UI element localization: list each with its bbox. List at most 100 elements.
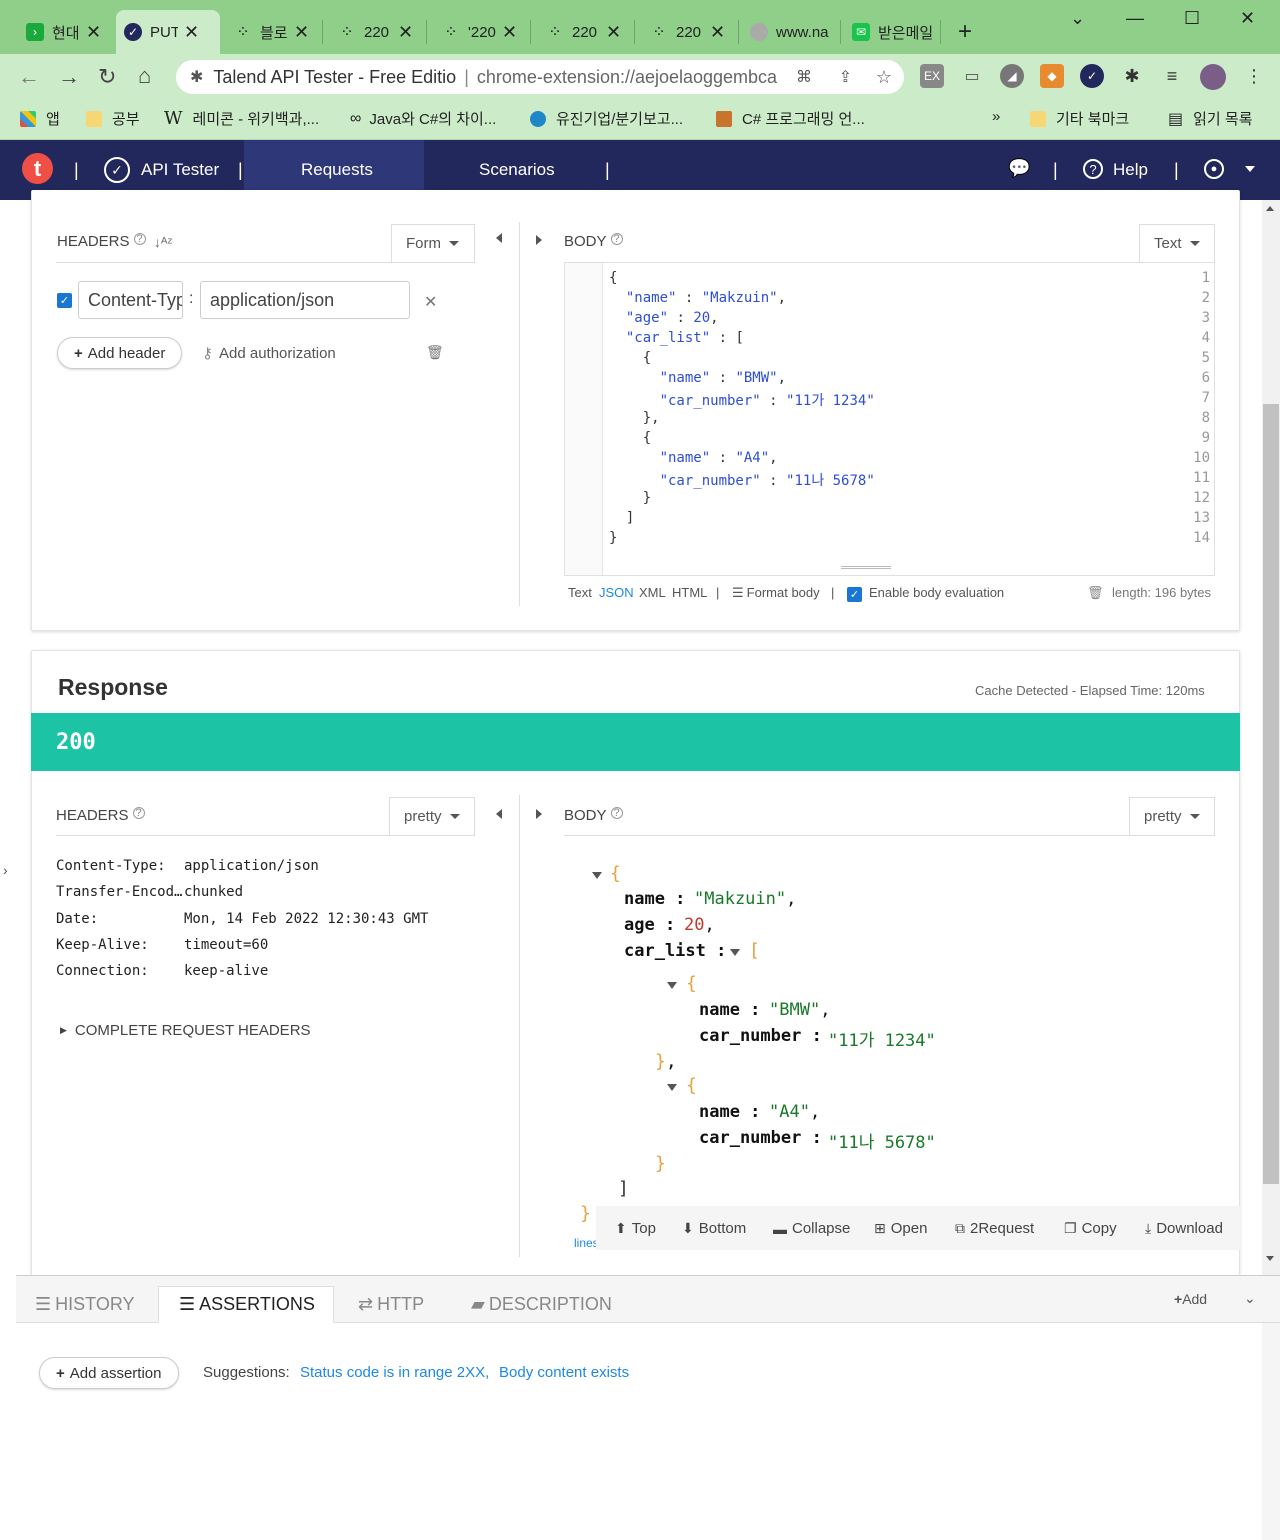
nav-requests[interactable]: Requests [301,160,373,180]
bookmark-folder[interactable]: 공부 [86,108,140,129]
bookmark-star-icon[interactable]: ☆ [876,67,892,88]
tab-http[interactable]: ⇄ HTTP [358,1294,424,1315]
suggestion-status-range[interactable]: Status code is in range 2XX, [300,1364,489,1381]
browser-tab[interactable]: ⁘ 블로 ✕ [226,10,317,54]
complete-request-headers-toggle[interactable]: ▶ COMPLETE REQUEST HEADERS [60,1022,311,1039]
nav-scenarios[interactable]: Scenarios [479,160,555,180]
lines-link[interactable]: lines [574,1236,596,1250]
add-assertion-button[interactable]: + Add assertion [39,1357,179,1389]
collapse-right-icon[interactable] [536,235,542,245]
sort-icon[interactable]: ↓ᴬᶻ [154,234,172,250]
chat-icon[interactable]: 💬 [1008,158,1030,179]
browser-menu-icon[interactable]: ⋮ [1242,64,1266,88]
suggestion-body-exists[interactable]: Body content exists [499,1364,629,1381]
body-mode-dropdown[interactable]: Text [1139,224,1215,262]
format-json[interactable]: JSON [599,585,634,600]
media-control-icon[interactable]: ≡ [1160,64,1184,88]
sidebar-expand-icon[interactable]: › [3,862,8,878]
bottom-button[interactable]: ⬇ Bottom [682,1220,746,1237]
tab-description[interactable]: ▰ DESCRIPTION [471,1294,612,1315]
close-icon[interactable]: ✕ [398,22,413,43]
metamask-icon[interactable]: ◆ [1040,64,1064,88]
forward-icon[interactable]: → [58,64,80,90]
collapse-toggle[interactable] [592,872,602,879]
close-icon[interactable]: ✕ [86,22,101,43]
extensions-puzzle-icon[interactable]: ✱ [1120,64,1144,88]
collapse-toggle[interactable] [730,949,740,956]
profile-avatar[interactable] [1200,64,1226,90]
trash-icon[interactable]: 🗑 [426,344,444,361]
scrollbar-thumb[interactable] [1263,404,1279,1184]
add-header-button[interactable]: + Add header [57,337,183,369]
tab-search-icon[interactable]: ⌄ [1070,8,1085,29]
user-icon[interactable]: ● [1204,159,1224,179]
window-close-button[interactable]: ✕ [1240,8,1255,29]
collapse-left-icon[interactable] [496,809,502,819]
format-xml[interactable]: XML [639,585,666,600]
collapse-button[interactable]: ▬ Collapse [773,1220,850,1237]
scroll-up-icon[interactable] [1266,206,1274,211]
new-tab-button[interactable]: + [958,18,972,46]
reload-icon[interactable]: ↻ [98,64,116,90]
browser-tab[interactable]: ⁘ 220 ✕ [330,10,421,54]
close-icon[interactable]: ✕ [184,22,199,43]
browser-tab[interactable]: ⁘ 220 ✕ [642,10,733,54]
help-link[interactable]: Help [1113,160,1148,180]
panel-collapse-icon[interactable]: ⌄ [1244,1290,1256,1307]
bookmark-item[interactable]: C# 프로그래밍 언... [716,108,865,129]
collapse-toggle[interactable] [667,982,677,989]
close-icon[interactable]: ✕ [710,22,725,43]
close-icon[interactable]: ✕ [294,22,309,43]
scroll-down-icon[interactable] [1266,1256,1274,1261]
open-button[interactable]: ⊞ Open [874,1220,927,1237]
download-button[interactable]: ⤓ Download [1145,1220,1223,1237]
translate-icon[interactable]: ⌘ [796,67,812,87]
tab-history[interactable]: ☰ HISTORY [35,1294,135,1315]
cast-icon[interactable]: ▭ [960,64,984,88]
browser-tab[interactable]: › 현대 ✕ [18,10,109,54]
header-value-input[interactable]: application/json [200,281,410,319]
bookmark-item[interactable]: ∞ Java와 C#의 차이... [350,108,496,129]
collapse-right-icon[interactable] [536,809,542,819]
body-editor[interactable]: 1 2 3 4 5 6 7 8 9 10 11 12 13 14 { "name" : "Makzuin"… [564,262,1215,576]
add-button[interactable]: +Add [1174,1291,1207,1307]
minimize-button[interactable]: — [1126,8,1144,29]
share-icon[interactable]: ⇪ [839,67,852,87]
home-icon[interactable]: ⌂ [138,63,151,89]
header-name-input[interactable]: Content-Type [78,281,183,319]
response-body-mode[interactable]: pretty [1129,797,1215,835]
format-text[interactable]: Text [568,585,592,600]
back-icon[interactable]: ← [18,64,40,90]
bookmark-item[interactable]: 유진기업/분기보고... [530,108,683,129]
headers-mode-dropdown[interactable]: Form [391,224,475,262]
trash-icon[interactable]: 🗑 [1087,585,1104,601]
resize-handle[interactable] [841,566,891,569]
copy-button[interactable]: ❐ Copy [1064,1220,1117,1237]
bookmark-item[interactable]: W 레미콘 - 위키백과,... [164,108,319,129]
browser-tab[interactable]: ⁘ 220 ✕ [538,10,629,54]
close-icon[interactable]: ✕ [606,22,621,43]
browser-tab[interactable]: ✉ 받은메일 [844,10,940,54]
remove-header-icon[interactable]: ✕ [424,292,437,312]
browser-tab[interactable]: ⁘ '220 ✕ [434,10,525,54]
tab-assertions[interactable]: ☰ ASSERTIONS [179,1294,315,1315]
talend-extension-icon[interactable]: ✓ [1080,64,1104,88]
bookmark-folder[interactable]: 기타 북마크 [1030,108,1129,129]
bookmark-apps[interactable]: 앱 [20,108,60,129]
chevron-down-icon[interactable] [1245,166,1255,172]
bookmark-overflow[interactable]: » [992,108,1000,125]
format-html[interactable]: HTML [672,585,707,600]
response-headers-mode[interactable]: pretty [389,797,475,835]
close-icon[interactable]: ✕ [502,22,517,43]
ex-extension-icon[interactable]: EX [920,64,944,88]
reading-list[interactable]: ▤ 읽기 목록 [1168,108,1253,129]
kakao-extension-icon[interactable]: ◢ [1000,64,1024,88]
collapse-left-icon[interactable] [496,233,502,243]
maximize-button[interactable]: ☐ [1184,8,1200,29]
add-authorization-link[interactable]: ⚷ Add authorization [202,344,336,363]
browser-tab-active[interactable]: ✓ PUT ✕ [116,10,220,54]
header-enabled-checkbox[interactable]: ✓ [57,293,72,308]
format-body-button[interactable]: ☰ Format body [732,585,820,601]
top-button[interactable]: ⬆ Top [615,1220,656,1237]
browser-tab[interactable]: www.na [742,10,838,54]
